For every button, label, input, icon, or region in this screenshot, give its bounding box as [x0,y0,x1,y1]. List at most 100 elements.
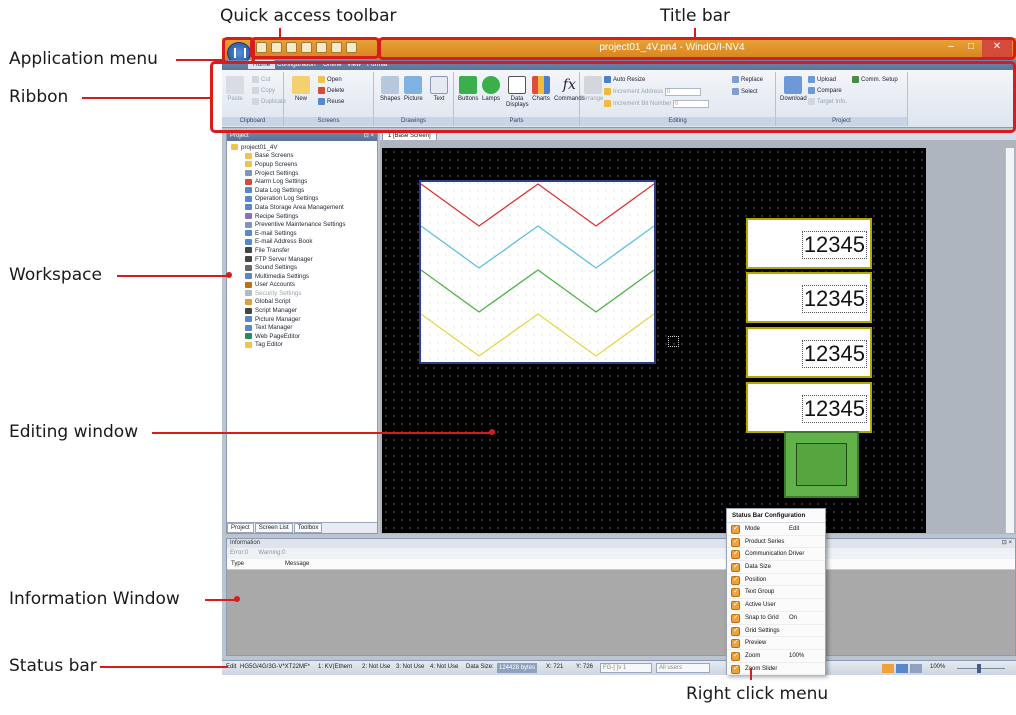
information-title: Information [230,540,261,546]
context-menu-items: Mode Edit Product Series Communication Driv… [727,523,825,675]
tree-item[interactable]: Picture Manager [229,315,377,324]
tree-item-label: Web PageEditor [255,332,300,340]
selection-marker[interactable] [668,336,679,347]
tree-item[interactable]: Base Screens [229,152,377,161]
tree-item[interactable]: E-mail Address Book [229,238,377,247]
context-menu-item-value: 100% [789,652,805,659]
pin-icon[interactable]: ⊡ × [364,132,374,141]
context-menu-item[interactable]: Snap to Grid On [727,612,825,625]
tree-item[interactable]: Web PageEditor [229,332,377,341]
preview-icon[interactable] [882,664,894,673]
project-tree: project01_4V Base Screens Popup Screens Pro… [227,141,377,349]
context-menu-item[interactable]: Text Group [727,586,825,599]
tree-node-icon [245,195,252,202]
context-menu-item-label: Text Group [745,589,775,596]
tree-item[interactable]: User Accounts [229,281,377,290]
tree-item[interactable]: Multimedia Settings [229,272,377,281]
tree-item[interactable]: Global Script [229,298,377,307]
column-type[interactable]: Type [231,561,244,567]
tree-item-label: Tag Editor [255,341,283,349]
numeric-display-4[interactable]: 12345 [746,382,872,433]
snap-icon[interactable] [910,664,922,673]
workspace-pane: Project ⊡ × project01_4V Base Screens Popup… [226,131,378,534]
context-menu-item-label: Snap to Grid [745,614,779,621]
status-comm-driver-1: 1: KV(Ethern [318,664,353,670]
line-chart-part[interactable] [419,180,656,364]
vertical-scrollbar[interactable] [1005,148,1014,533]
tree-item[interactable]: Project Settings [229,169,377,178]
callout-workspace: Workspace [9,265,102,285]
leader-right-click-menu [750,668,752,680]
context-menu-item[interactable]: Preview [727,637,825,650]
tree-item[interactable]: Sound Settings [229,263,377,272]
tree-item-label: User Accounts [255,281,295,289]
tree-item[interactable]: Tag Editor [229,341,377,350]
tree-item[interactable]: Preventive Maintenance Settings [229,220,377,229]
tree-item[interactable]: Alarm Log Settings [229,177,377,186]
tab-project[interactable]: Project [227,523,254,533]
numeric-display-value: 12345 [801,231,867,259]
context-menu-item[interactable]: Position [727,574,825,586]
tree-node-icon [245,247,252,254]
tree-item[interactable]: project01_4V [229,143,377,152]
tree-item[interactable]: FTP Server Manager [229,255,377,264]
tree-item[interactable]: Data Log Settings [229,186,377,195]
numeric-display-value: 12345 [801,395,867,423]
grid-icon[interactable] [896,664,908,673]
tree-item[interactable]: Script Manager [229,306,377,315]
tab-screen-list[interactable]: Screen List [254,523,293,533]
tree-node-icon [245,298,252,305]
context-menu-item[interactable]: Mode Edit [727,523,825,536]
workspace-tabs: Project Screen List Toolbox [227,522,377,533]
numeric-display-value: 12345 [801,340,867,368]
zoom-slider[interactable] [957,668,1005,669]
context-menu-item[interactable]: Grid Settings [727,625,825,637]
tree-item-label: Base Screens [255,152,294,160]
tab-toolbox[interactable]: Toolbox [293,523,323,533]
error-count[interactable]: Error:0 [230,550,248,556]
warning-count[interactable]: Warning:0 [258,550,285,556]
tree-node-icon [245,161,252,168]
tree-node-icon [245,281,252,288]
tree-item-label: File Transfer [255,246,290,254]
screen-canvas[interactable]: 12345 12345 12345 12345 [382,148,926,533]
highlight-ribbon [210,61,1016,133]
tree-item[interactable]: Popup Screens [229,160,377,169]
tree-item[interactable]: Operation Log Settings [229,195,377,204]
leader-editing-window [152,432,493,434]
checkmark-icon [731,586,740,599]
text-group-select[interactable]: FG-[ ]v 1 [600,663,652,673]
context-menu-item[interactable]: Active User [727,599,825,612]
zoom-slider-thumb[interactable] [977,664,981,673]
context-menu-item[interactable]: Zoom 100% [727,650,825,663]
leader-dot-information [234,596,240,602]
numeric-display-2[interactable]: 12345 [746,272,872,323]
numeric-display-1[interactable]: 12345 [746,218,872,269]
tree-item[interactable]: E-mail Settings [229,229,377,238]
context-menu-item-label: Position [745,576,767,583]
tree-item[interactable]: Recipe Settings [229,212,377,221]
context-menu-item-label: Communication Driver [745,551,805,558]
checkmark-icon [731,523,740,536]
status-position-y: Y: 726 [576,664,594,670]
tree-item-label: Recipe Settings [255,212,299,220]
context-menu-item[interactable]: Product Series [727,536,825,548]
callout-editing-window: Editing window [9,422,139,442]
column-message[interactable]: Message [285,561,309,567]
active-user-select[interactable]: All users [656,663,710,673]
tree-item[interactable]: Security Settings [229,289,377,298]
tree-item-label: Script Manager [255,307,297,315]
green-lamp-part[interactable] [784,431,859,498]
numeric-display-3[interactable]: 12345 [746,327,872,378]
tree-node-icon [245,316,252,323]
tree-node-icon [245,187,252,194]
tree-item[interactable]: File Transfer [229,246,377,255]
context-menu-item[interactable]: Data Size [727,561,825,574]
numeric-display-value: 12345 [801,285,867,313]
context-menu-item[interactable]: Communication Driver [727,548,825,561]
pin-icon[interactable]: ⊡ × [1002,539,1012,548]
tree-item[interactable]: Data Storage Area Management [229,203,377,212]
tree-node-icon [245,256,252,263]
context-menu-item[interactable]: Zoom Slider [727,663,825,675]
tree-item[interactable]: Text Manager [229,323,377,332]
